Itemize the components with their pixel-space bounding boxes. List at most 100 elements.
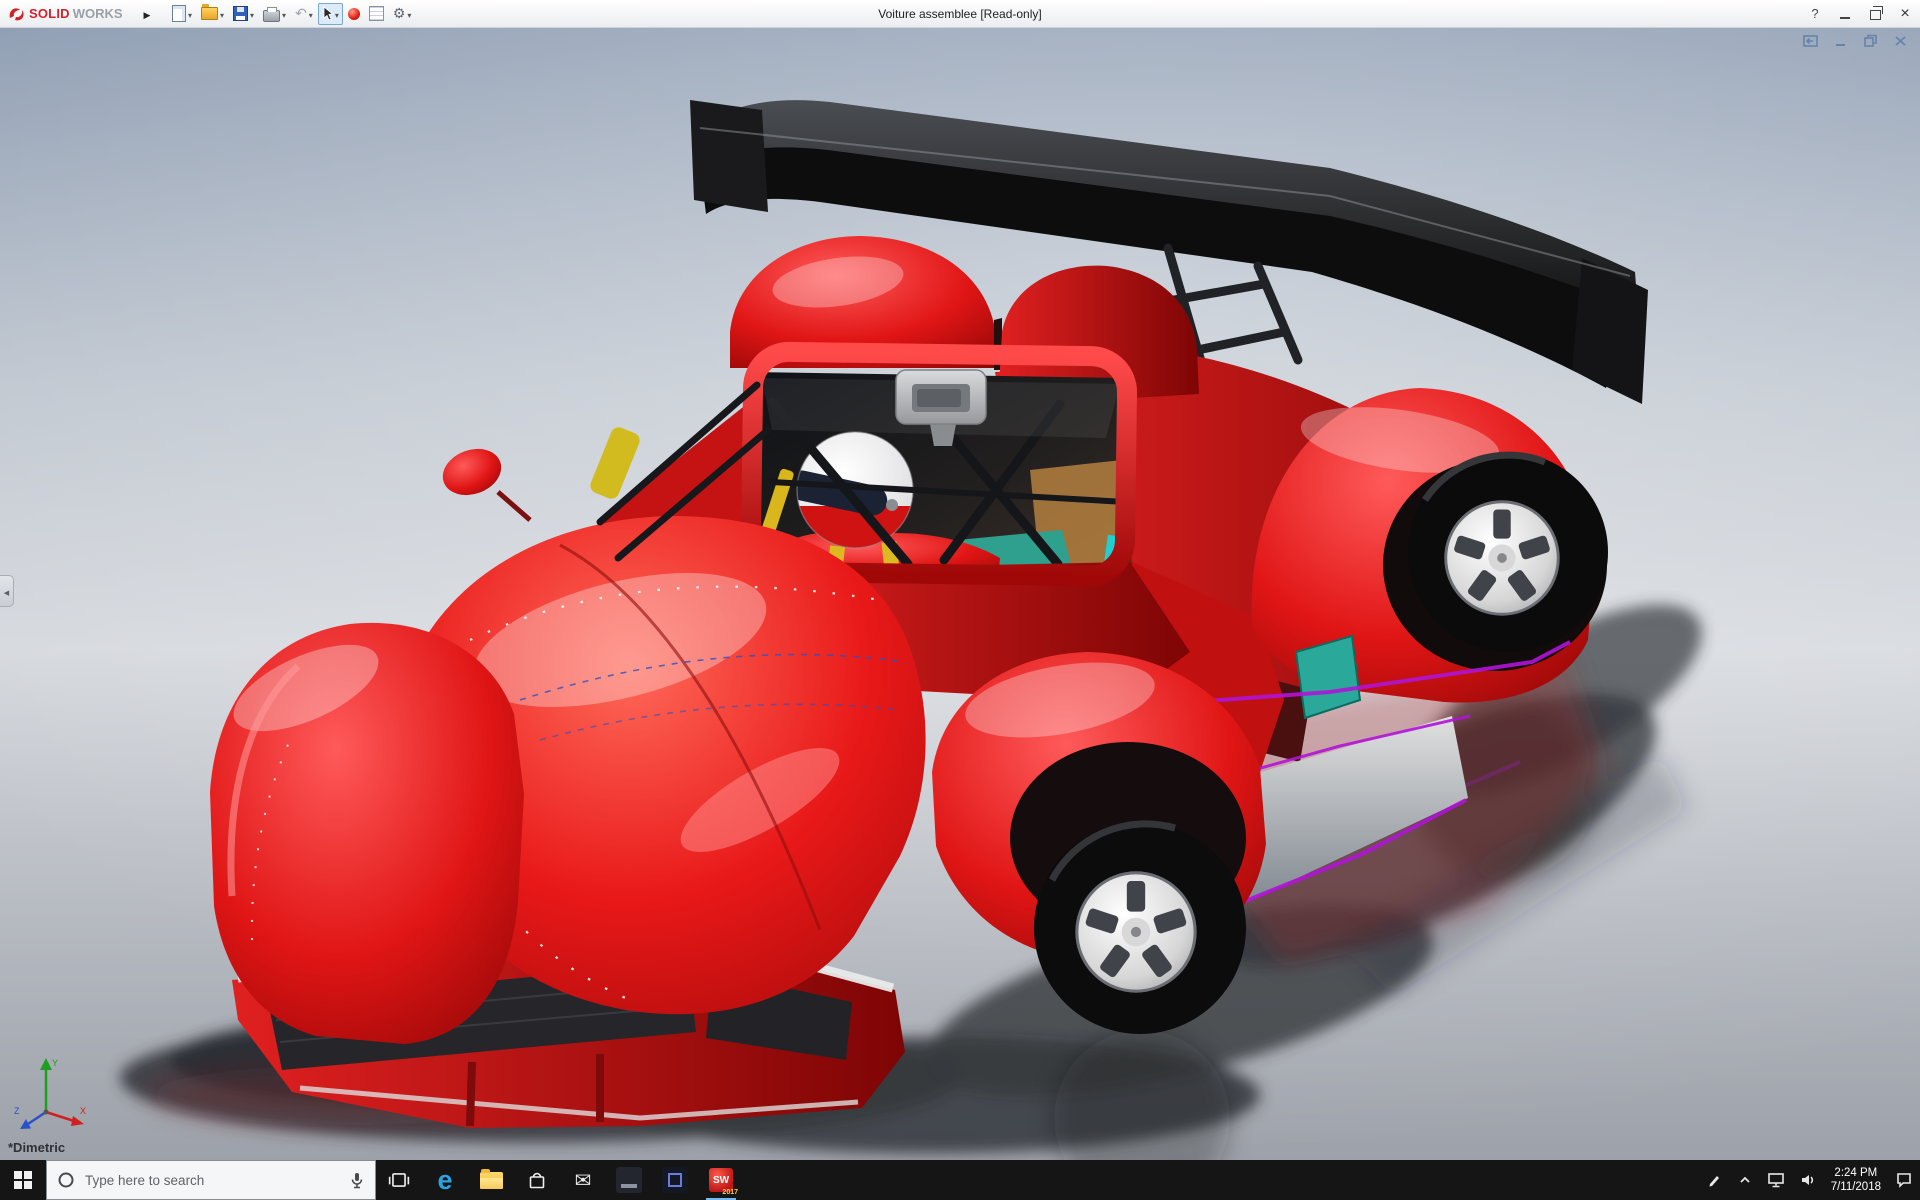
open-icon — [201, 4, 219, 20]
close-document-button[interactable] — [1892, 33, 1910, 49]
options-gear-icon — [393, 5, 406, 22]
dark-app-2-button[interactable] — [652, 1160, 698, 1200]
undo-icon — [295, 5, 307, 22]
windows-taskbar: e SW 2017 — [0, 1160, 1920, 1200]
microphone-icon[interactable] — [349, 1171, 365, 1189]
panel-collapse-arrow[interactable] — [0, 575, 14, 607]
restore-document-icon — [1864, 34, 1877, 47]
options-dropdown[interactable] — [405, 6, 411, 21]
y-axis-arrow — [40, 1058, 52, 1070]
dark-app-1-button[interactable] — [606, 1160, 652, 1200]
dark-app-2-icon — [662, 1167, 688, 1193]
new-document-button[interactable] — [168, 3, 196, 25]
titlebar: SOLID WORKS ▶ ▾ ▾ ▾ ▾ ↶ ▾ ▾ ⚙ ▾ Voiture … — [0, 0, 1920, 28]
save-icon — [233, 6, 249, 21]
file-explorer-button[interactable] — [468, 1160, 514, 1200]
view-orientation-label: *Dimetric — [8, 1140, 66, 1155]
solidworks-window: SOLID WORKS ▶ ▾ ▾ ▾ ▾ ↶ ▾ ▾ ⚙ ▾ Voiture … — [0, 0, 1920, 1200]
window-controls: ? — [1800, 0, 1920, 27]
start-button[interactable] — [0, 1160, 46, 1200]
minimize-icon — [1840, 16, 1850, 19]
rear-rim — [1444, 500, 1560, 616]
chevron-up-icon — [1740, 1176, 1750, 1183]
network-icon — [1767, 1173, 1784, 1188]
volume-icon — [1801, 1175, 1813, 1185]
document-window-controls — [1802, 33, 1910, 49]
options-button[interactable] — [389, 3, 416, 25]
minimize-document-icon — [1836, 44, 1845, 46]
restore-document-button[interactable] — [1862, 33, 1880, 49]
toolbar-flyout-arrow[interactable] — [138, 6, 156, 21]
task-view-button[interactable] — [376, 1160, 422, 1200]
new-document-dropdown[interactable] — [186, 6, 192, 21]
edge-button[interactable]: e — [422, 1160, 468, 1200]
select-tool-dropdown[interactable] — [333, 6, 339, 21]
mail-button[interactable] — [560, 1160, 606, 1200]
print-dropdown[interactable] — [280, 6, 286, 21]
appearance-button[interactable] — [344, 3, 364, 25]
flyout-arrow-icon — [144, 6, 151, 21]
pen-icon — [1709, 1176, 1719, 1187]
front-rim — [1075, 871, 1197, 993]
graphics-viewport[interactable]: Y X Z *Dimetric — [0, 27, 1920, 1160]
y-axis-label: Y — [52, 1058, 58, 1068]
pen-tray-button[interactable] — [1700, 1160, 1730, 1200]
clock-date: 7/11/2018 — [1830, 1181, 1881, 1193]
restore-icon — [1869, 6, 1883, 20]
system-tray: 2:24 PM 7/11/2018 — [1700, 1160, 1920, 1200]
action-center-button[interactable] — [1888, 1160, 1920, 1200]
x-axis-arrow — [71, 1116, 84, 1126]
orientation-triad: Y X Z — [14, 1058, 86, 1129]
save-button[interactable] — [229, 3, 258, 25]
appearance-sphere-icon — [347, 7, 360, 20]
brand-text-solid: SOLID — [29, 6, 70, 21]
save-dropdown[interactable] — [248, 6, 254, 21]
reattach-pane-button[interactable] — [1802, 33, 1820, 49]
ds-logo-icon — [9, 7, 24, 20]
collapse-arrow-icon — [4, 582, 9, 600]
help-icon: ? — [1811, 6, 1819, 21]
search-circle-icon — [58, 1172, 74, 1188]
car-3d-model[interactable] — [0, 27, 1920, 1160]
store-button[interactable] — [514, 1160, 560, 1200]
clock-time: 2:24 PM — [1834, 1167, 1878, 1179]
solidworks-logo: SOLID WORKS — [6, 4, 138, 24]
x-axis-label: X — [80, 1106, 86, 1116]
close-document-icon — [1895, 36, 1906, 46]
sheet-format-icon — [368, 6, 384, 21]
edge-icon: e — [437, 1164, 453, 1195]
undo-button[interactable] — [291, 3, 317, 25]
network-tray-button[interactable] — [1760, 1160, 1792, 1200]
undo-dropdown[interactable] — [307, 6, 313, 21]
close-button[interactable] — [1890, 0, 1920, 27]
print-icon — [263, 6, 281, 22]
file-explorer-icon — [479, 1168, 503, 1189]
search-input[interactable] — [83, 1171, 341, 1189]
hidden-icons-button[interactable] — [1730, 1160, 1760, 1200]
minimize-button[interactable] — [1830, 0, 1860, 27]
help-button[interactable]: ? — [1800, 0, 1830, 27]
dark-app-1-icon — [616, 1167, 642, 1193]
solidworks-taskbar-button[interactable]: SW 2017 — [698, 1160, 744, 1200]
reattach-pane-icon — [1803, 35, 1818, 47]
sheet-format-button[interactable] — [365, 3, 388, 25]
print-button[interactable] — [259, 3, 290, 25]
action-center-icon — [1897, 1173, 1911, 1188]
taskbar-search[interactable] — [46, 1160, 376, 1200]
open-button[interactable] — [197, 3, 228, 25]
windows-logo-icon — [14, 1171, 32, 1189]
left-front-fender[interactable] — [210, 622, 524, 1044]
select-cursor-icon — [323, 6, 333, 21]
main-toolbar — [168, 2, 416, 25]
maximize-restore-button[interactable] — [1860, 0, 1890, 27]
select-tool-button[interactable] — [317, 2, 343, 25]
open-dropdown[interactable] — [218, 6, 224, 21]
close-icon — [1900, 5, 1909, 23]
volume-tray-button[interactable] — [1792, 1160, 1824, 1200]
minimize-document-button[interactable] — [1832, 33, 1850, 49]
brand-text-works: WORKS — [72, 6, 123, 21]
task-view-icon — [388, 1173, 410, 1187]
store-bag-icon — [529, 1172, 545, 1189]
taskbar-clock[interactable]: 2:24 PM 7/11/2018 — [1824, 1160, 1888, 1200]
solidworks-version-badge: 2017 — [722, 1189, 738, 1196]
